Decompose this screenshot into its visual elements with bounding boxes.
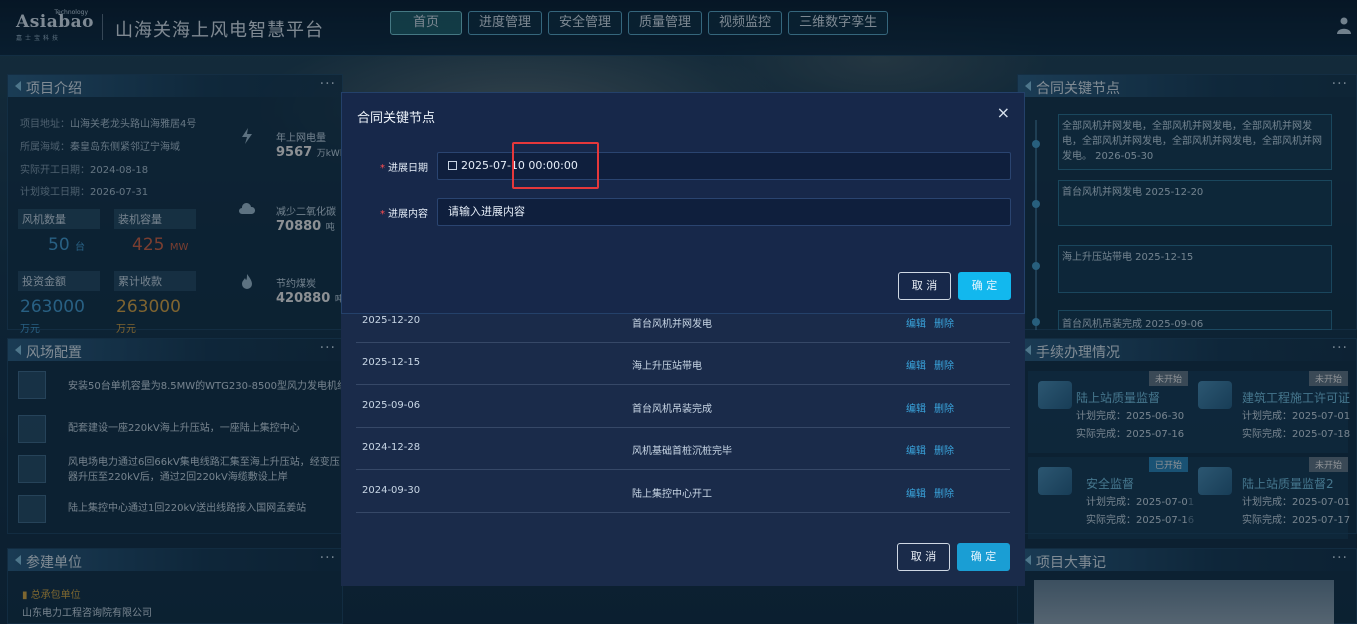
row-edit-link[interactable]: 编辑 bbox=[906, 357, 926, 372]
list-ok-button[interactable]: 确 定 bbox=[957, 543, 1010, 571]
close-icon[interactable]: × bbox=[997, 103, 1010, 122]
list-cancel-button[interactable]: 取 消 bbox=[897, 543, 950, 571]
date-label-text: 进展日期 bbox=[388, 163, 428, 174]
table-row: 2025-12-15 海上升压站带电 编辑 删除 bbox=[356, 343, 1010, 385]
row-content: 陆上集控中心开工 bbox=[632, 489, 712, 500]
date-label: * 进展日期 bbox=[380, 159, 428, 174]
form-cancel-button[interactable]: 取 消 bbox=[898, 272, 951, 300]
form-ok-button[interactable]: 确 定 bbox=[958, 272, 1011, 300]
row-delete-link[interactable]: 删除 bbox=[934, 315, 954, 330]
node-form-dialog: 合同关键节点 × * 进展日期 2025-07-10 00:00:00 * 进展内容… bbox=[341, 92, 1025, 314]
row-content: 首台风机并网发电 bbox=[632, 319, 712, 330]
row-edit-link[interactable]: 编辑 bbox=[906, 400, 926, 415]
row-content: 首台风机吊装完成 bbox=[632, 404, 712, 415]
content-label: * 进展内容 bbox=[380, 205, 428, 220]
calendar-icon bbox=[448, 161, 457, 170]
row-delete-link[interactable]: 删除 bbox=[934, 485, 954, 500]
row-date: 2025-12-20 bbox=[362, 315, 421, 326]
row-content: 风机基础首桩沉桩完毕 bbox=[632, 446, 732, 457]
row-date: 2024-12-28 bbox=[362, 442, 421, 453]
table-row: 2024-09-30 陆上集控中心开工 编辑 删除 bbox=[356, 471, 1010, 513]
row-delete-link[interactable]: 删除 bbox=[934, 442, 954, 457]
row-delete-link[interactable]: 删除 bbox=[934, 357, 954, 372]
row-date: 2025-09-06 bbox=[362, 400, 421, 411]
row-edit-link[interactable]: 编辑 bbox=[906, 442, 926, 457]
required-marker: * bbox=[380, 209, 385, 220]
dialog-title: 合同关键节点 bbox=[357, 111, 436, 126]
row-date: 2024-09-30 bbox=[362, 485, 421, 496]
table-row: 2024-12-28 风机基础首桩沉桩完毕 编辑 删除 bbox=[356, 428, 1010, 470]
row-edit-link[interactable]: 编辑 bbox=[906, 485, 926, 500]
annotation-highlight bbox=[512, 142, 599, 189]
row-edit-link[interactable]: 编辑 bbox=[906, 315, 926, 330]
required-marker: * bbox=[380, 163, 385, 174]
row-delete-link[interactable]: 删除 bbox=[934, 400, 954, 415]
table-row: 2025-09-06 首台风机吊装完成 编辑 删除 bbox=[356, 386, 1010, 428]
row-date: 2025-12-15 bbox=[362, 357, 421, 368]
content-label-text: 进展内容 bbox=[388, 209, 428, 220]
content-input[interactable] bbox=[437, 198, 1011, 226]
row-content: 海上升压站带电 bbox=[632, 361, 702, 372]
